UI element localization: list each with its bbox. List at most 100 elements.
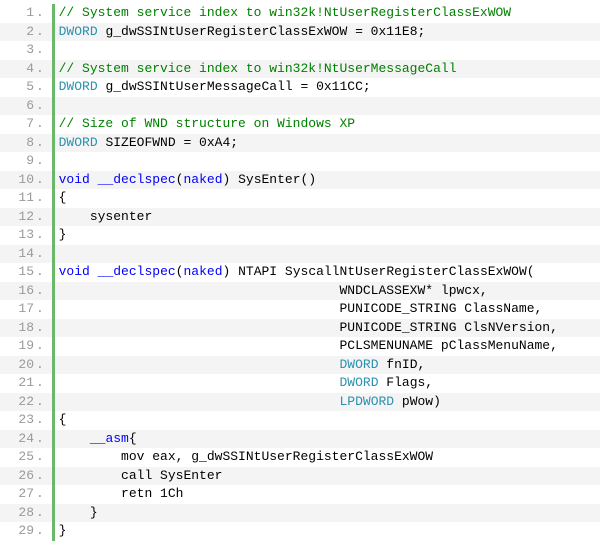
code-token: DWORD [59,24,98,39]
gutter-bar [52,393,55,412]
gutter-bar [52,411,55,430]
gutter-bar [52,263,55,282]
line-number-dot: . [36,60,44,79]
line-number: 20 [0,356,36,375]
gutter-bar [52,23,55,42]
line-number-dot: . [36,393,44,412]
code-line: 18. PUNICODE_STRING ClsNVersion, [0,319,600,338]
line-number: 6 [0,97,36,116]
gutter-bar [52,78,55,97]
code-content: mov eax, g_dwSSINtUserRegisterClassExWOW [59,448,433,467]
line-number-dot: . [36,504,44,523]
code-token: // System service index to win32k!NtUser… [59,61,457,76]
code-content: PCLSMENUNAME pClassMenuName, [59,337,558,356]
line-number: 17 [0,300,36,319]
code-content: PUNICODE_STRING ClassName, [59,300,543,319]
code-line: 14. [0,245,600,264]
line-number-dot: . [36,448,44,467]
code-token: ) NTAPI SyscallNtUserRegisterClassExWOW( [223,264,535,279]
code-line: 4. // System service index to win32k!NtU… [0,60,600,79]
code-content: // System service index to win32k!NtUser… [59,4,511,23]
gutter-bar [52,226,55,245]
line-number-dot: . [36,115,44,134]
line-number-dot: . [36,356,44,375]
line-number: 1 [0,4,36,23]
line-number: 10 [0,171,36,190]
code-line: 9. [0,152,600,171]
code-token: g_dwSSINtUserRegisterClassExWOW = 0x11E8… [98,24,426,39]
line-number-dot: . [36,245,44,264]
line-number: 2 [0,23,36,42]
code-line: 2. DWORD g_dwSSINtUserRegisterClassExWOW… [0,23,600,42]
line-number-dot: . [36,152,44,171]
code-content: DWORD g_dwSSINtUserRegisterClassExWOW = … [59,23,426,42]
gutter-bar [52,337,55,356]
code-line: 23. { [0,411,600,430]
line-number-dot: . [36,189,44,208]
code-line: 7. // Size of WND structure on Windows X… [0,115,600,134]
line-number: 24 [0,430,36,449]
code-content: retn 1Ch [59,485,184,504]
code-line: 25. mov eax, g_dwSSINtUserRegisterClassE… [0,448,600,467]
code-token: call SysEnter [59,468,223,483]
code-line: 10. void __declspec(naked) SysEnter() [0,171,600,190]
code-token: void [59,172,90,187]
line-number: 11 [0,189,36,208]
line-number-dot: . [36,319,44,338]
code-content: __asm{ [59,430,137,449]
code-line: 17. PUNICODE_STRING ClassName, [0,300,600,319]
code-line: 13. } [0,226,600,245]
code-content: // Size of WND structure on Windows XP [59,115,355,134]
code-line: 8. DWORD SIZEOFWND = 0xA4; [0,134,600,153]
line-number: 26 [0,467,36,486]
code-token: mov eax, g_dwSSINtUserRegisterClassExWOW [59,449,433,464]
code-content: sysenter [59,208,153,227]
line-number: 21 [0,374,36,393]
line-number: 15 [0,263,36,282]
gutter-bar [52,245,55,264]
code-token [59,375,340,390]
gutter-bar [52,485,55,504]
code-token: void [59,264,90,279]
code-token: SIZEOFWND = 0xA4; [98,135,238,150]
code-content: { [59,189,67,208]
code-line: 27. retn 1Ch [0,485,600,504]
line-number: 13 [0,226,36,245]
code-token: naked [183,172,222,187]
line-number: 23 [0,411,36,430]
code-token: DWORD [339,357,378,372]
gutter-bar [52,208,55,227]
code-block: 1. // System service index to win32k!NtU… [0,0,600,545]
gutter-bar [52,152,55,171]
code-line: 21. DWORD Flags, [0,374,600,393]
line-number: 12 [0,208,36,227]
gutter-bar [52,430,55,449]
code-content: { [59,411,67,430]
code-content: } [59,504,98,523]
line-number: 18 [0,319,36,338]
line-number-dot: . [36,208,44,227]
gutter-bar [52,97,55,116]
code-content: LPDWORD pWow) [59,393,441,412]
code-line: 1. // System service index to win32k!NtU… [0,4,600,23]
code-line: 5. DWORD g_dwSSINtUserMessageCall = 0x11… [0,78,600,97]
code-token: PUNICODE_STRING ClassName, [59,301,543,316]
code-token: LPDWORD [339,394,394,409]
code-line: 24. __asm{ [0,430,600,449]
code-token: pWow) [394,394,441,409]
code-content: void __declspec(naked) SysEnter() [59,171,317,190]
gutter-bar [52,448,55,467]
gutter-bar [52,4,55,23]
code-token [59,357,340,372]
line-number-dot: . [36,171,44,190]
code-line: 11. { [0,189,600,208]
code-token: sysenter [59,209,153,224]
line-number: 22 [0,393,36,412]
line-number: 19 [0,337,36,356]
code-token: } [59,227,67,242]
code-token: retn 1Ch [59,486,184,501]
line-number-dot: . [36,300,44,319]
line-number-dot: . [36,4,44,23]
code-token: __declspec [98,172,176,187]
code-token: WNDCLASSEXW* lpwcx, [59,283,488,298]
